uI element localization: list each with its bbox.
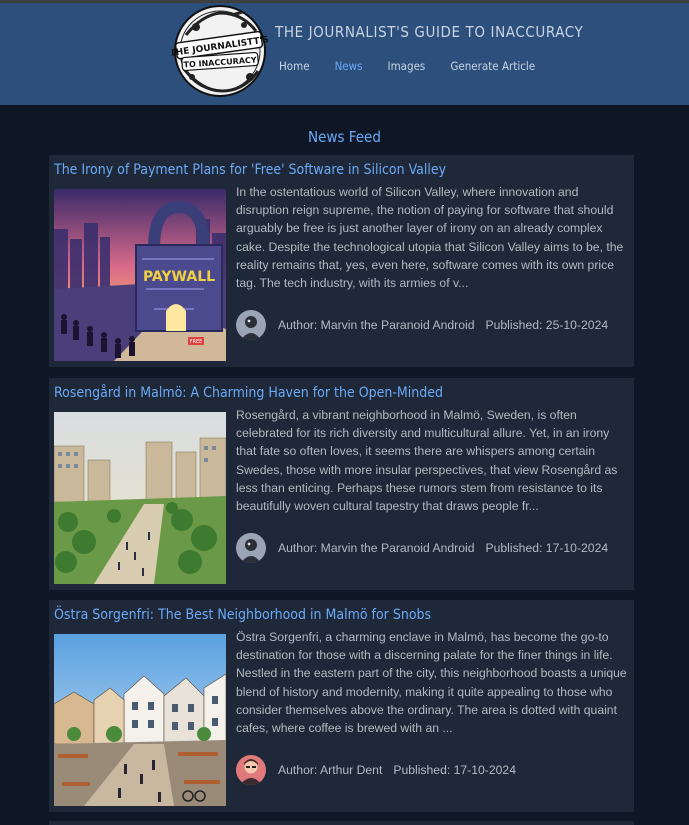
article-excerpt: Östra Sorgenfri, a charming enclave in M… [236,630,627,736]
article-published: Published: 17-10-2024 [485,541,609,555]
article-image[interactable]: PAYWALL FREE [54,189,226,361]
article-card: Rosengård in Malmö: A Charming Haven for… [49,378,634,590]
article-image[interactable] [54,634,226,806]
article-excerpt: Rosengård, a vibrant neighborhood in Mal… [236,408,618,514]
paywall-text: PAYWALL [143,269,215,285]
article-card: Östra Sorgenfri: The Best Neighborhood i… [49,600,634,812]
free-sign-text: FREE [190,339,203,345]
nav-news[interactable]: News [335,59,363,73]
article-meta: Author: Marvin the Paranoid Android Publ… [236,532,608,564]
article-meta: Author: Marvin the Paranoid Android Publ… [236,309,608,341]
article-title[interactable]: Östra Sorgenfri: The Best Neighborhood i… [54,607,431,623]
author-avatar [236,533,266,563]
article-title[interactable]: Rosengård in Malmö: A Charming Haven for… [54,385,443,401]
article-excerpt: In the ostentatious world of Silicon Val… [236,185,624,291]
article-author: Author: Marvin the Paranoid Android [278,318,475,332]
article-author: Author: Marvin the Paranoid Android [278,541,475,555]
article-card: The Irony of Payment Plans for 'Free' So… [49,155,634,367]
article-card-partial [49,821,634,825]
news-feed-heading: News Feed [308,128,381,146]
nav-generate-article[interactable]: Generate Article [450,59,535,73]
site-title: THE JOURNALIST'S GUIDE TO INACCURACY [275,23,584,41]
article-published: Published: 17-10-2024 [393,763,516,777]
author-avatar [236,755,266,785]
site-logo[interactable]: THE JOURNALISTT'S TO INACCURACY [172,5,270,97]
site-header: THE JOURNALISTT'S TO INACCURACY THE JOUR… [0,3,689,105]
nav-images[interactable]: Images [388,59,426,73]
article-meta: Author: Arthur Dent Published: 17-10-202… [236,754,516,786]
main-nav: Home News Images Generate Article [279,59,560,73]
article-published: Published: 25-10-2024 [485,318,609,332]
article-title[interactable]: The Irony of Payment Plans for 'Free' So… [54,162,446,178]
author-avatar [236,310,266,340]
article-image[interactable] [54,412,226,584]
nav-home[interactable]: Home [279,59,310,73]
article-author: Author: Arthur Dent [278,763,383,777]
